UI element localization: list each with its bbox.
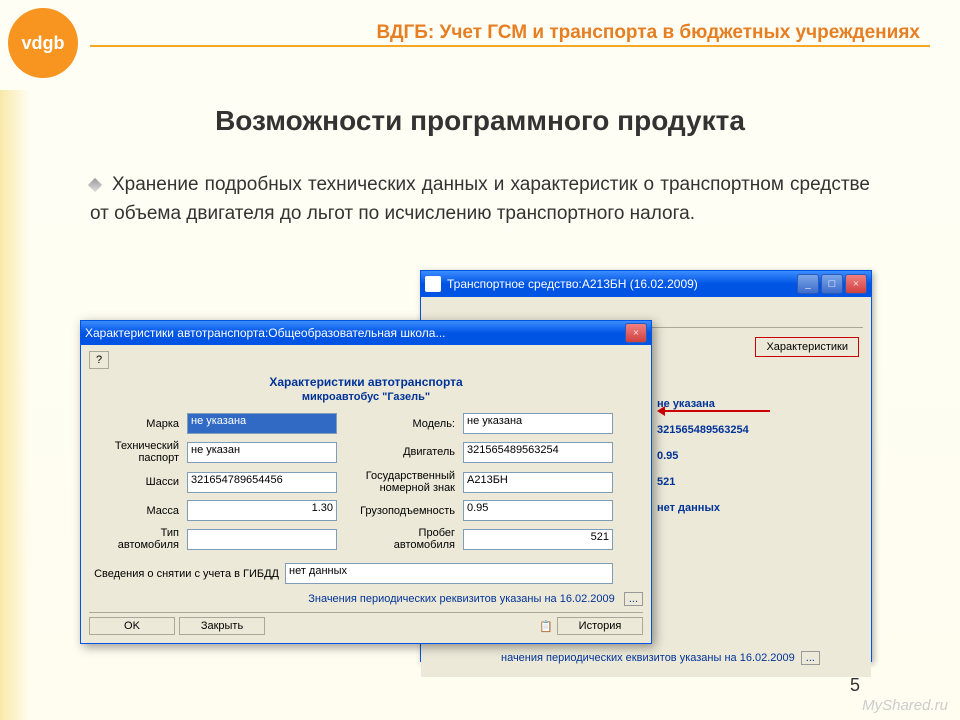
shassi-input[interactable]: 321654789654456 [187,472,337,493]
tpass-label: Технический паспорт [89,440,179,464]
history-button[interactable]: История [557,617,643,635]
minimize-button[interactable]: _ [797,274,819,294]
characteristics-title: Характеристики автотранспорта:Общеобразо… [85,326,625,340]
gibdd-input[interactable]: нет данных [285,563,613,584]
model-label: Модель: [345,418,455,430]
help-button[interactable]: ? [89,351,109,369]
periodic-label: Значения периодических реквизитов указан… [89,592,643,606]
probeg-input[interactable]: 521 [463,529,613,550]
summary-value: 0.95 [657,450,678,462]
ellipsis-button[interactable]: ... [801,651,820,665]
tab-characteristics[interactable]: Характеристики [755,337,859,357]
ok-button[interactable]: OK [89,617,175,635]
close-button[interactable]: × [845,274,867,294]
maximize-button[interactable]: □ [821,274,843,294]
dvig-label: Двигатель [345,446,455,458]
transport-window-title: Транспортное средство:А213БН (16.02.2009… [447,277,797,291]
transport-titlebar[interactable]: Транспортное средство:А213БН (16.02.2009… [421,271,871,297]
bullet-icon [88,178,102,192]
ellipsis-button[interactable]: ... [624,592,643,606]
copy-icon[interactable]: 📋 [539,620,553,633]
marka-input[interactable]: не указана [187,413,337,434]
tip-label: Тип автомобиля [89,527,179,551]
gnz-input[interactable]: А213БН [463,472,613,493]
periodic-note: начения периодических еквизитов указаны … [501,651,859,665]
massa-input[interactable]: 1.30 [187,500,337,521]
dvig-input[interactable]: 321565489563254 [463,442,613,463]
close-dialog-button[interactable]: Закрыть [179,617,265,635]
probeg-label: Пробег автомобиля [345,527,455,551]
header-divider [90,45,930,47]
watermark: MyShared.ru [862,697,948,714]
summary-value: 521 [657,476,675,488]
dialog-subheading: микроавтобус "Газель" [89,391,643,403]
summary-value: нет данных [657,502,720,514]
app-icon [425,276,441,292]
slide-title: Возможности программного продукта [0,105,960,137]
bullet-paragraph: Хранение подробных технических данных и … [90,170,870,229]
bullet-text: Хранение подробных технических данных и … [90,174,870,224]
marka-label: Марка [89,418,179,430]
gruz-input[interactable]: 0.95 [463,500,613,521]
header-title: ВДГБ: Учет ГСМ и транспорта в бюджетных … [376,22,920,44]
tip-input[interactable] [187,529,337,550]
summary-value: не указана [657,398,715,410]
model-input[interactable]: не указана [463,413,613,434]
logo: vdgb [8,8,78,78]
dialog-heading: Характеристики автотранспорта [89,375,643,389]
massa-label: Масса [89,505,179,517]
shassi-label: Шасси [89,476,179,488]
gruz-label: Грузоподъемность [345,505,455,517]
gibdd-label: Сведения о снятии с учета в ГИБДД [89,568,279,580]
gnz-label: Государственный номерной знак [345,470,455,494]
summary-value: 321565489563254 [657,424,749,436]
characteristics-dialog: Характеристики автотранспорта:Общеобразо… [80,320,652,644]
close-button[interactable]: × [625,323,647,343]
tpass-input[interactable]: не указан [187,442,337,463]
callout-arrow [660,410,770,412]
page-number: 5 [850,675,860,696]
characteristics-titlebar[interactable]: Характеристики автотранспорта:Общеобразо… [81,321,651,345]
